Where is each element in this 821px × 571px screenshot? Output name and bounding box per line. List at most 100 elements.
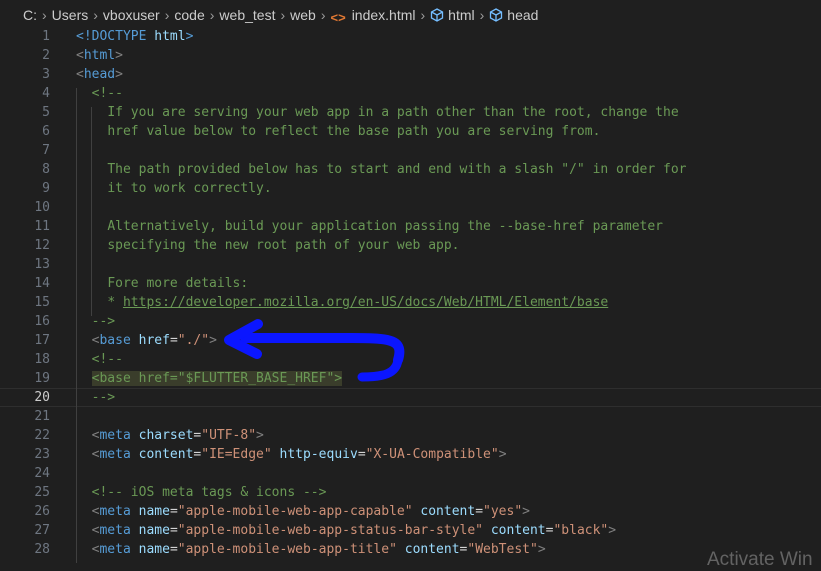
code-editor[interactable]: 1 <!DOCTYPE html> 2 <html> 3 <head> 4 <!-- 5 If… [0, 27, 821, 564]
code-line[interactable]: 8 The path provided below has to start a… [0, 160, 821, 179]
line-number: 3 [42, 67, 50, 82]
code-line[interactable]: 1 <!DOCTYPE html> [0, 27, 821, 46]
chevron-right-icon: › [479, 7, 485, 23]
code-lines: 1 <!DOCTYPE html> 2 <html> 3 <head> 4 <!-- 5 If… [0, 27, 821, 559]
code-line[interactable]: 15 * https://developer.mozilla.org/en-US… [0, 293, 821, 312]
code-line[interactable]: 18 <!-- [0, 350, 821, 369]
token: href value below to reflect the base pat… [107, 124, 601, 139]
code-line[interactable]: 3 <head> [0, 65, 821, 84]
token: > [256, 428, 264, 443]
line-content: <!DOCTYPE html> [76, 29, 193, 44]
breadcrumb-folder-users[interactable]: Users [52, 7, 89, 23]
line-number: 18 [34, 352, 50, 367]
line-content: specifying the new root path of your web… [107, 238, 459, 253]
line-number: 24 [34, 466, 50, 481]
token: <!DOCTYPE [76, 29, 147, 44]
token: > [522, 504, 530, 519]
line-content: --> [92, 314, 115, 329]
token: > [537, 542, 546, 557]
code-line[interactable]: 6 href value below to reflect the base p… [0, 122, 821, 141]
breadcrumb-symbol-html[interactable]: html [448, 7, 474, 23]
code-text: <base href="./"> [76, 331, 217, 350]
code-line[interactable]: 10 [0, 198, 821, 217]
code-line[interactable]: 17 <base href="./"> [0, 331, 821, 350]
code-text: specifying the new root path of your web… [76, 236, 459, 255]
token: meta [99, 542, 131, 557]
code-line[interactable]: 27 <meta name="apple-mobile-web-app-stat… [0, 521, 821, 540]
chevron-right-icon: › [42, 7, 47, 23]
token: --> [91, 314, 116, 329]
breadcrumb-folder-vboxuser[interactable]: vboxuser [103, 7, 160, 23]
code-line[interactable]: 20 --> [0, 388, 821, 407]
code-line[interactable]: 7 [0, 141, 821, 160]
code-line[interactable]: 11 Alternatively, build your application… [0, 217, 821, 236]
code-line[interactable]: 14 Fore more details: [0, 274, 821, 293]
chevron-right-icon: › [280, 7, 286, 23]
token: = [169, 333, 178, 348]
token: Alternatively, build your application pa… [107, 219, 664, 234]
line-number: 23 [34, 447, 50, 462]
code-text: Alternatively, build your application pa… [76, 217, 663, 236]
line-number: 14 [34, 276, 50, 291]
token: it to work correctly. [107, 181, 272, 196]
token: html [83, 48, 116, 63]
code-text: <base href="$FLUTTER_BASE_HREF"> [76, 369, 343, 388]
line-number: 7 [42, 143, 50, 158]
line-number: 1 [42, 29, 50, 44]
breadcrumb-folder-code[interactable]: code [174, 7, 204, 23]
token: "./" [177, 333, 210, 348]
code-line[interactable]: 26 <meta name="apple-mobile-web-app-capa… [0, 502, 821, 521]
token: > [498, 447, 507, 462]
token: = [357, 447, 366, 462]
token: content [404, 542, 460, 557]
code-line[interactable]: 5 If you are serving your web app in a p… [0, 103, 821, 122]
line-number: 12 [34, 238, 50, 253]
breadcrumb-folder-web[interactable]: web [290, 7, 316, 23]
breadcrumb-folder-web-test[interactable]: web_test [219, 7, 275, 23]
token: "black" [553, 523, 609, 538]
token: = [169, 504, 178, 519]
code-line[interactable]: 16 --> [0, 312, 821, 331]
url-link[interactable]: https://developer.mozilla.org/en-US/docs… [123, 295, 608, 310]
selection-highlight: <base href="$FLUTTER_BASE_HREF"> [91, 371, 343, 386]
breadcrumb-drive[interactable]: C: [23, 7, 37, 23]
code-line[interactable]: 13 [0, 255, 821, 274]
token: meta [99, 523, 131, 538]
breadcrumb-file[interactable]: index.html [352, 7, 416, 23]
code-line[interactable]: 24 [0, 464, 821, 483]
code-line[interactable]: 28 <meta name="apple-mobile-web-app-titl… [0, 540, 821, 559]
line-content: <base href="./"> [92, 333, 217, 348]
symbol-element-icon [489, 8, 503, 25]
indent-guide [76, 88, 77, 563]
breadcrumb-symbol-head[interactable]: head [507, 7, 538, 23]
token: = [169, 523, 178, 538]
code-text: --> [76, 312, 115, 331]
token: content [490, 523, 546, 538]
line-number: 16 [34, 314, 50, 329]
line-content: href value below to reflect the base pat… [107, 124, 600, 139]
code-line[interactable]: 12 specifying the new root path of your … [0, 236, 821, 255]
line-number: 25 [34, 485, 50, 500]
code-line[interactable]: 4 <!-- [0, 84, 821, 103]
code-line[interactable]: 25 <!-- iOS meta tags & icons --> [0, 483, 821, 502]
code-line[interactable]: 19 <base href="$FLUTTER_BASE_HREF"> [0, 369, 821, 388]
code-line[interactable]: 23 <meta content="IE=Edge" http-equiv="X… [0, 445, 821, 464]
code-line[interactable]: 2 <html> [0, 46, 821, 65]
line-content: <html> [76, 48, 123, 63]
line-content: <meta name="apple-mobile-web-app-status-… [92, 523, 616, 538]
line-content: Fore more details: [107, 276, 248, 291]
line-content: <meta charset="UTF-8"> [92, 428, 264, 443]
code-line[interactable]: 21 [0, 407, 821, 426]
code-line[interactable]: 9 it to work correctly. [0, 179, 821, 198]
token: "apple-mobile-web-app-capable" [177, 504, 413, 519]
token: charset [138, 428, 194, 443]
code-line[interactable]: 22 <meta charset="UTF-8"> [0, 426, 821, 445]
